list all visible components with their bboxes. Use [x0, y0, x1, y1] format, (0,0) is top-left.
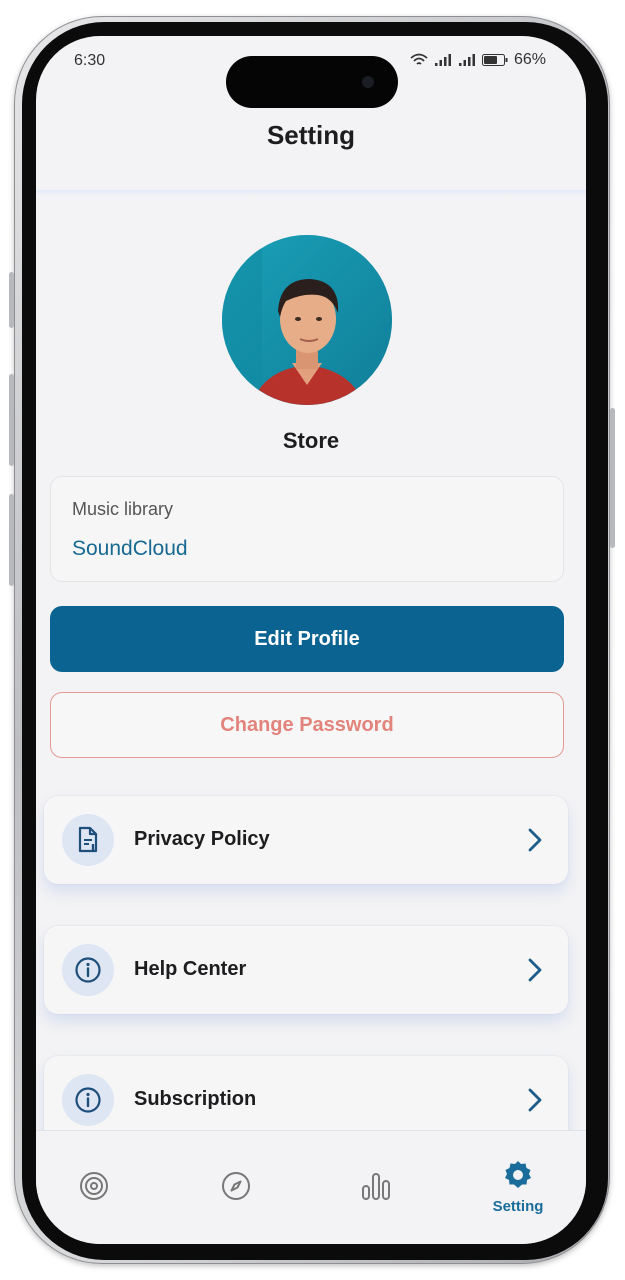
status-time: 6:30	[74, 52, 106, 69]
change-password-button[interactable]: Change Password	[50, 692, 564, 758]
bar-chart-icon	[362, 1173, 390, 1200]
side-button-volume-down	[9, 494, 14, 586]
status-indicators: 66%	[410, 51, 546, 69]
signal-icon	[434, 54, 451, 66]
edit-profile-button[interactable]: Edit Profile	[50, 606, 564, 672]
side-button-power	[610, 408, 615, 548]
menu-label: Subscription	[134, 1088, 257, 1110]
music-library-label: Music library	[72, 499, 174, 519]
menu-icon-badge	[62, 944, 114, 996]
signal-icon-2	[458, 54, 475, 66]
compass-icon	[222, 1172, 250, 1200]
music-library-value: SoundCloud	[72, 537, 188, 560]
battery-icon	[481, 54, 508, 66]
chevron-right-icon	[528, 958, 542, 982]
battery-percent: 66%	[513, 51, 546, 68]
tab-setting-label: Setting	[492, 1198, 544, 1215]
tab-setting[interactable]: Setting	[488, 1159, 548, 1215]
side-button-volume-up	[9, 374, 14, 466]
menu-icon-badge	[62, 1074, 114, 1126]
vinyl-icon	[80, 1172, 108, 1200]
camera-icon	[362, 76, 374, 88]
tab-stats[interactable]	[346, 1171, 406, 1206]
side-button-mute	[9, 272, 14, 328]
menu-item-privacy-policy[interactable]: Privacy Policy	[44, 796, 568, 884]
chevron-right-icon	[528, 828, 542, 852]
menu-item-help-center[interactable]: Help Center	[44, 926, 568, 1014]
menu-label: Help Center	[134, 958, 247, 980]
app-screen: 6:30 66% Setting Store Music library Sou…	[36, 36, 586, 1244]
header-divider	[36, 190, 586, 196]
avatar-photo	[222, 235, 392, 405]
profile-name: Store	[282, 428, 340, 453]
wifi-icon	[410, 53, 428, 65]
info-icon	[75, 1087, 101, 1113]
document-icon	[78, 826, 98, 853]
gear-icon	[505, 1161, 531, 1188]
info-icon	[75, 957, 101, 983]
menu-icon-badge	[62, 814, 114, 866]
bottom-tab-bar: Setting	[36, 1130, 586, 1244]
dynamic-island	[226, 56, 398, 108]
menu-label: Privacy Policy	[134, 828, 270, 850]
chevron-right-icon	[528, 1088, 542, 1112]
music-library-card[interactable]: Music library SoundCloud	[50, 476, 564, 582]
page-title: Setting	[266, 120, 356, 150]
tab-library[interactable]	[64, 1171, 124, 1206]
tab-explore[interactable]	[206, 1171, 266, 1206]
avatar[interactable]	[222, 235, 392, 405]
